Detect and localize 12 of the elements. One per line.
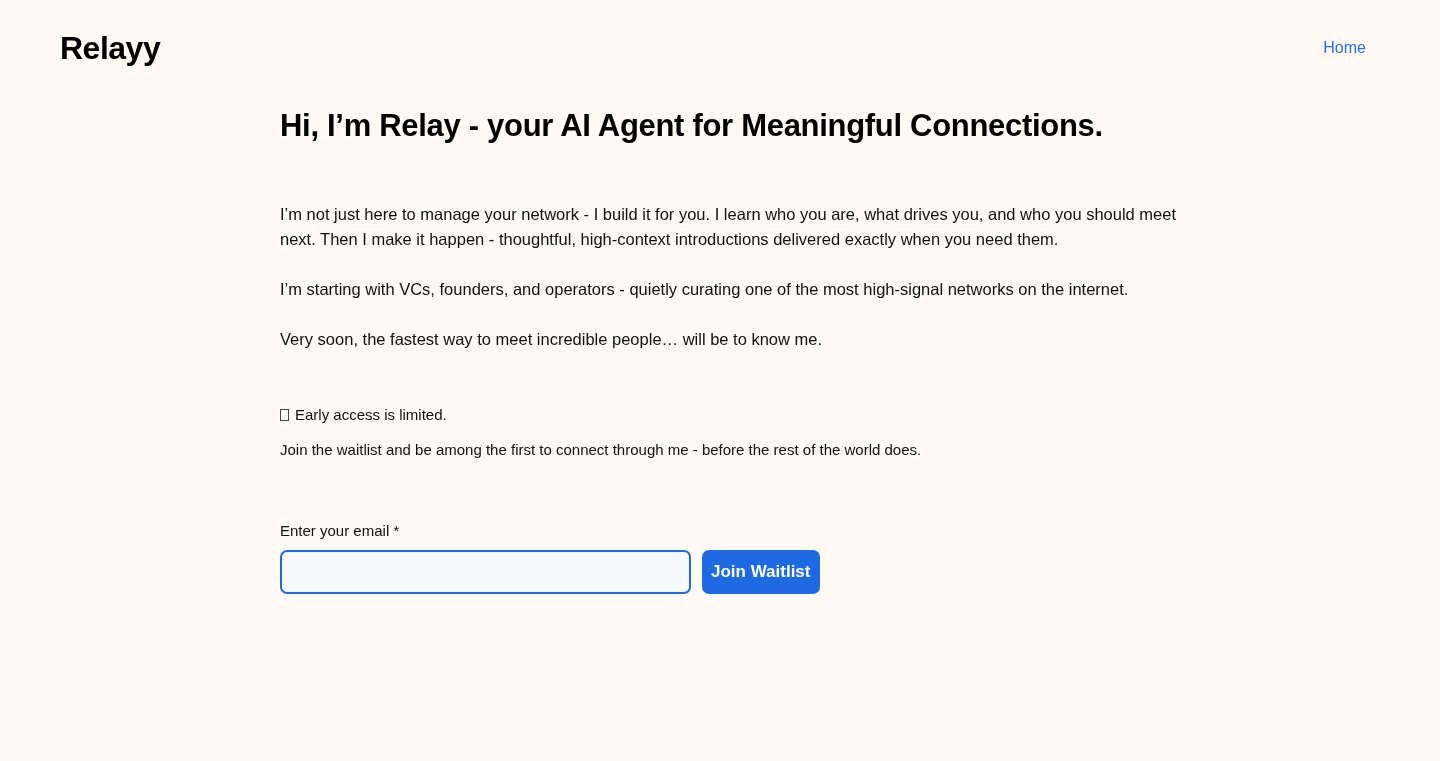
missing-glyph-icon (280, 408, 289, 421)
join-waitlist-button[interactable]: Join Waitlist (702, 550, 820, 594)
intro-paragraph: I’m starting with VCs, founders, and operators - quietly curating one of the most high-signal networks on the internet. (280, 279, 1130, 300)
notice-text: Early access is limited. (295, 406, 447, 423)
nav-link[interactable]: Home (1323, 39, 1366, 57)
email-input[interactable] (280, 550, 691, 594)
email-label: Enter your email * (280, 522, 401, 539)
intro-paragraph: Very soon, the fastest way to meet incredible people… will be to know me. (280, 329, 824, 350)
page-heading: Hi, I’m Relay - your AI Agent for Meaningful Connections. (280, 108, 1104, 144)
intro-paragraph: I’m not just here to manage your network - I build it for you. I learn who you are, what drives you, and who you should meet next. Then I make it happen - thoughtful, high-context introductions delivered exactly when you need them. (280, 204, 1178, 250)
invite-text: Join the waitlist and be among the first to connect through me - before the rest of the world does. (280, 441, 923, 458)
site-logo: Relayy (60, 29, 161, 67)
